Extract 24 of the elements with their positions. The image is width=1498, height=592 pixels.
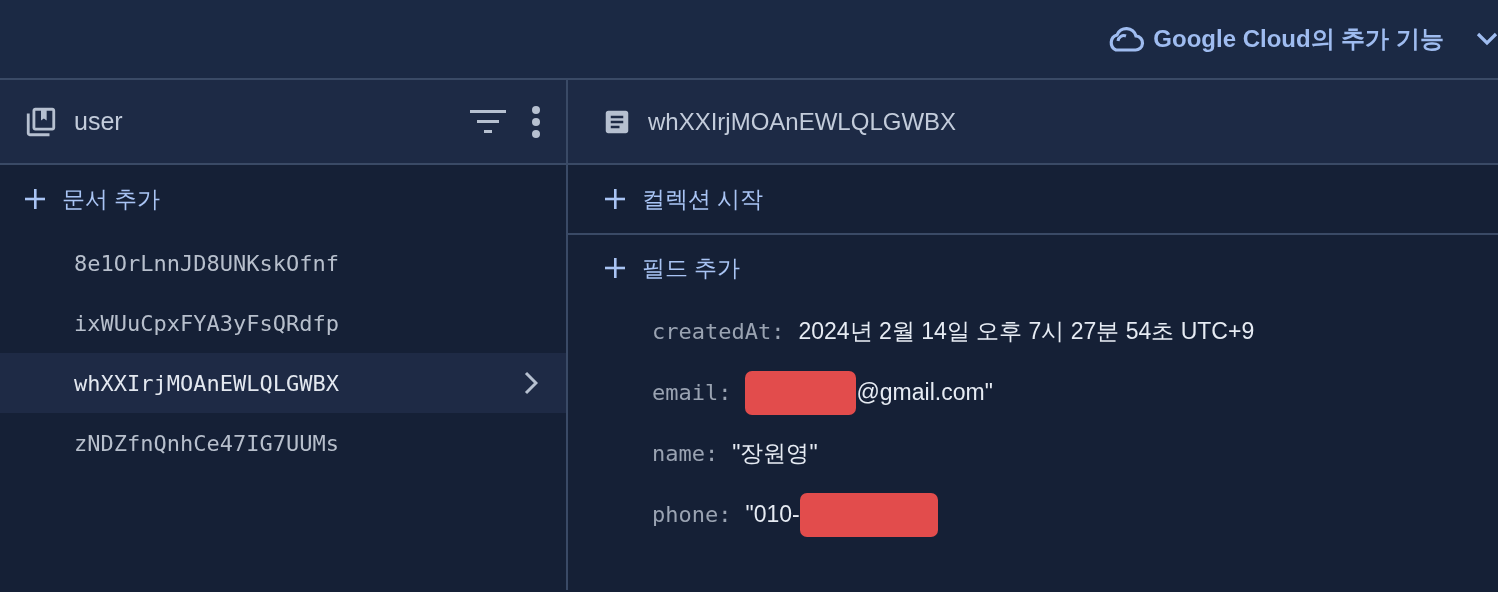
field-value: @gmail.com": [856, 378, 993, 408]
field-key: name:: [652, 437, 719, 470]
extras-menu-button[interactable]: Google Cloud의 추가 기능: [1105, 21, 1498, 57]
field-value: "장원영": [732, 439, 818, 469]
add-document-button[interactable]: 문서 추가: [0, 165, 167, 233]
chevron-down-icon: [1476, 32, 1498, 46]
plus-icon: [604, 257, 626, 279]
field-key: phone:: [652, 498, 732, 531]
field-key: email:: [652, 376, 732, 409]
document-item[interactable]: whXXIrjMOAnEWLQLGWBX: [0, 353, 566, 413]
plus-icon: [24, 188, 46, 210]
document-item[interactable]: ixWUuCpxFYA3yFsQRdfp: [0, 293, 566, 353]
more-options-icon[interactable]: [530, 104, 542, 139]
plus-icon: [604, 188, 626, 210]
field-value: 2024년 2월 14일 오후 7시 27분 54초 UTC+9: [798, 317, 1255, 347]
document-item[interactable]: 8e1OrLnnJD8UNKskOfnf: [0, 233, 566, 293]
document-title: whXXIrjMOAnEWLQLGWBX: [648, 106, 957, 137]
document-item[interactable]: zNDZfnQnhCe47IG7UUMs: [0, 413, 566, 473]
chevron-right-icon: [524, 371, 538, 395]
collection-title: user: [74, 105, 123, 137]
field-value: "010-: [745, 500, 800, 530]
start-collection-button[interactable]: 컬렉션 시작: [604, 165, 764, 233]
add-field-button[interactable]: 필드 추가: [604, 234, 741, 302]
field-key: createdAt:: [652, 315, 785, 348]
